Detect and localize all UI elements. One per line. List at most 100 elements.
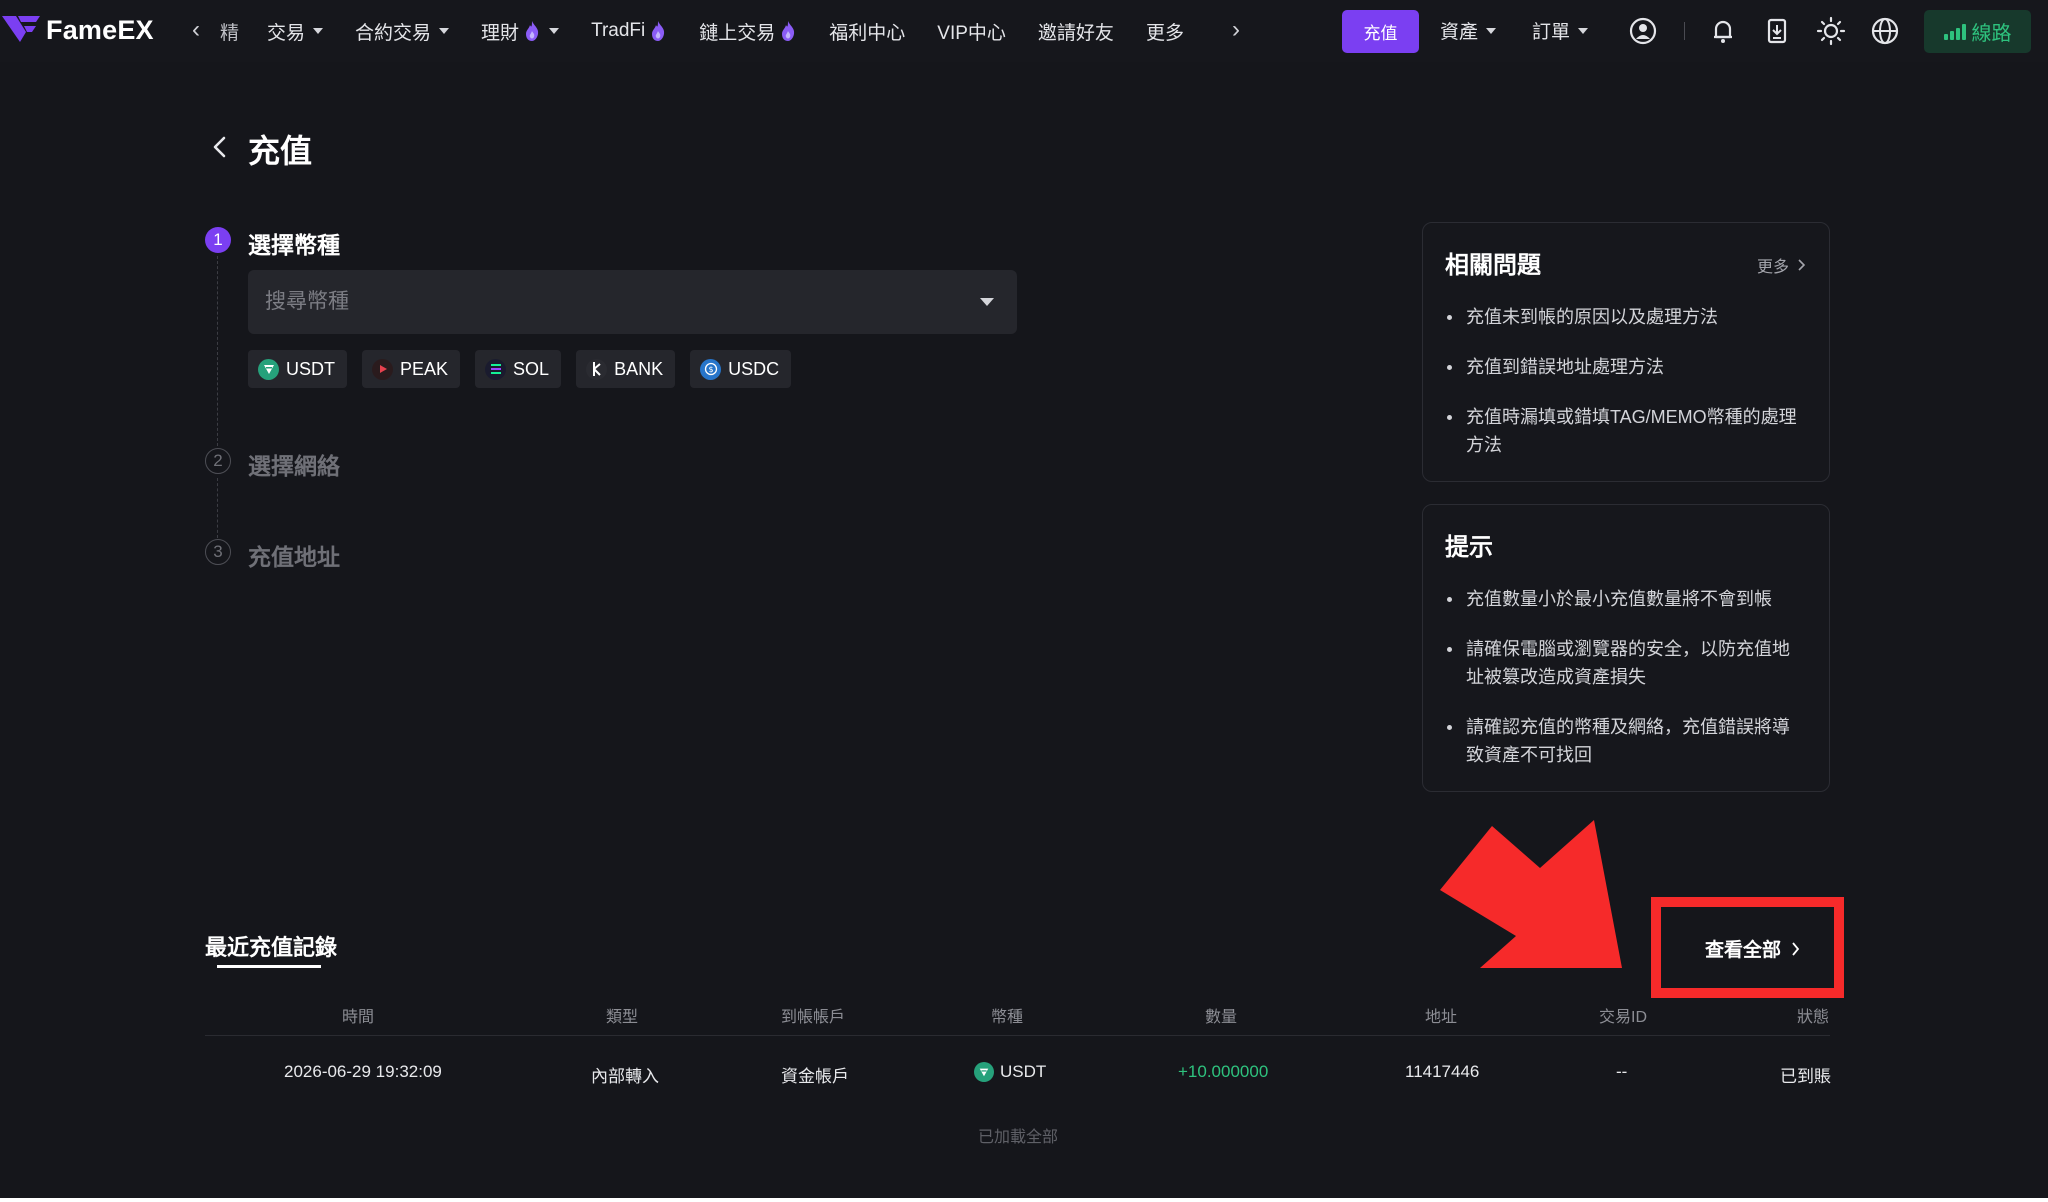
faq-item[interactable]: 充值時漏填或錯填TAG/MEMO幣種的處理方法 [1445,403,1807,459]
loaded-all-text: 已加載全部 [978,1129,1059,1146]
tips-list: 充值數量小於最小充值數量將不會到帳 請確保電腦或瀏覽器的安全，以防充值地址被篡改… [1445,585,1807,791]
svg-text:$: $ [708,365,713,374]
nav-item[interactable]: 邀請好友 [1038,17,1114,45]
chevron-right-icon [1798,259,1805,271]
brand-logo[interactable]: FameEX [2,14,154,46]
cell-amount: +10.000000 [1178,1062,1269,1081]
theme-sun-icon[interactable] [1816,16,1846,46]
nav-item[interactable]: 更多 [1146,17,1184,45]
faq-item[interactable]: 充值到錯誤地址處理方法 [1445,353,1807,381]
nav-scroll-right-icon[interactable]: › [1232,18,1240,42]
nav-item-label: 福利中心 [829,22,906,44]
back-arrow-icon[interactable] [208,132,232,162]
globe-icon[interactable] [1870,16,1900,46]
cell-coin-label: USDT [1000,1062,1047,1081]
step-1-number: 1 [205,227,231,253]
page-bottom-edge [0,1198,2048,1202]
brand-name: FameEX [46,14,154,45]
cell-type: 內部轉入 [591,1067,659,1086]
nav-scroll-left-icon[interactable]: ‹ [192,18,200,42]
coin-chip-label: BANK [614,358,664,379]
chevron-down-icon [1486,27,1497,34]
nav-item-partial[interactable]: 精 [220,17,239,45]
column-header-time: 時間 [342,1009,375,1026]
nav-item[interactable]: 福利中心 [829,17,905,45]
nav-item-label: TradFi [591,20,646,41]
coin-chip-label: USDC [728,358,780,379]
usdt-icon [258,358,279,380]
step-3-number: 3 [205,539,231,565]
coin-chip-label: PEAK [400,358,449,379]
coin-chip-bank[interactable]: BANK [576,350,676,388]
step-3-title: 充值地址 [248,544,340,570]
cell-txid: -- [1616,1062,1628,1081]
orders-label: 訂單 [1532,22,1571,43]
column-header-type: 類型 [606,1009,639,1026]
dropdown-caret-icon[interactable] [980,298,994,306]
step-2-title: 選擇網絡 [248,453,340,479]
deposit-button[interactable]: 充值 [1342,10,1419,53]
faq-more-link[interactable]: 更多 [1757,253,1805,277]
cell-coin: USDT [974,1062,1046,1082]
assets-label: 資產 [1440,22,1479,43]
chevron-right-icon [1792,941,1800,956]
coin-chip-peak[interactable]: PEAK [362,350,461,388]
download-icon[interactable] [1762,16,1792,46]
cell-status: 已到賬 [1780,1067,1831,1086]
nav-item-label: 理財 [481,22,520,44]
tip-item: 請確認充值的幣種及網絡，充值錯誤將導致資產不可找回 [1445,713,1807,769]
table-header-divider [205,1035,1830,1036]
nav-item[interactable]: VIP中心 [937,17,1006,45]
coin-chip-usdt[interactable]: USDT [248,350,347,388]
column-header-amount: 數量 [1205,1009,1238,1026]
coin-chip-sol[interactable]: SOL [475,350,562,388]
tip-item: 充值數量小於最小充值數量將不會到帳 [1445,585,1807,613]
step-2-number: 2 [205,448,231,474]
step-connector [217,256,218,446]
nav-menu: 精 交易 合約交易 理財 TradFi 鏈上交易 福利中心 VIP中心 邀請好友 更多 [220,17,1216,45]
faq-item[interactable]: 充值未到帳的原因以及處理方法 [1445,303,1807,331]
chevron-down-icon [1578,27,1589,34]
nav-item[interactable]: 鏈上交易 [699,17,797,45]
route-button[interactable]: 線路 [1924,10,2031,53]
coin-chip-usdc[interactable]: $ USDC [690,350,792,388]
cell-address: 11417446 [1405,1062,1480,1081]
records-title[interactable]: 最近充值記錄 [205,930,337,962]
sol-icon [485,358,507,380]
coin-select-dropdown[interactable] [248,270,1017,334]
nav-item[interactable]: 合約交易 [355,17,450,45]
column-header-address: 地址 [1425,1009,1458,1026]
usdt-icon [974,1062,994,1082]
orders-menu[interactable]: 訂單 [1532,17,1589,44]
annotation-arrow-icon [1440,820,1622,968]
nav-item-label: 交易 [267,22,306,44]
popular-coins: USDT PEAK SOL BANK $ USDC [248,350,792,388]
coin-chip-label: USDT [286,358,335,379]
nav-item[interactable]: 理財 [481,17,560,45]
column-header-coin: 幣種 [991,1009,1024,1026]
bell-icon[interactable] [1708,16,1738,46]
user-icon[interactable] [1628,16,1658,46]
view-all-label: 查看全部 [1705,940,1782,961]
coin-search-input[interactable] [265,270,945,334]
signal-bars-icon [1943,23,1966,40]
fire-icon [526,21,539,41]
nav-item-label: 更多 [1145,22,1184,44]
assets-menu[interactable]: 資產 [1440,17,1497,44]
fire-icon [782,21,795,41]
chevron-down-icon [549,28,560,34]
column-header-status: 狀態 [1797,1009,1830,1026]
view-all-link[interactable]: 查看全部 [1705,935,1800,962]
faq-card: 相關問題 更多 充值未到帳的原因以及處理方法 充值到錯誤地址處理方法 充值時漏填… [1422,222,1830,482]
peak-icon [372,358,393,380]
chevron-down-icon [313,28,324,34]
usdc-icon: $ [700,358,722,380]
faq-list: 充值未到帳的原因以及處理方法 充值到錯誤地址處理方法 充值時漏填或錯填TAG/M… [1445,303,1807,481]
nav-item[interactable]: TradFi [591,17,667,45]
cell-account: 資金帳戶 [781,1067,849,1086]
cell-time: 2026-06-29 19:32:09 [284,1062,442,1081]
nav-item[interactable]: 交易 [267,17,324,45]
nav-item-label: VIP中心 [937,22,1006,44]
nav-item-label: 邀請好友 [1037,22,1114,44]
page-title: 充值 [248,133,313,169]
